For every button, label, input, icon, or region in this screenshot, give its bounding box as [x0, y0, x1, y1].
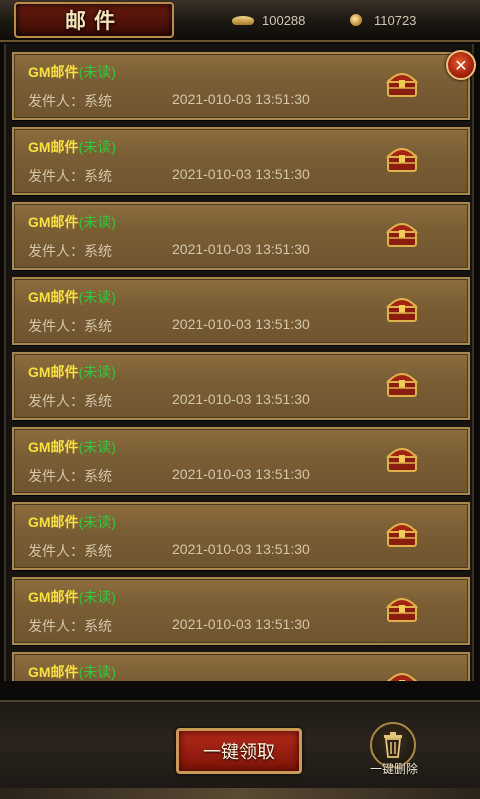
coin-amount: 110723 — [374, 12, 417, 28]
mail-date: 2021-010-03 13:51:30 — [172, 466, 310, 482]
trash-icon — [384, 732, 402, 758]
mail-item[interactable]: GM邮件(未读) 发件人：系统 2021-010-03 13:51:30 — [12, 502, 470, 570]
treasure-chest-icon[interactable] — [386, 293, 418, 323]
mail-subject: GM邮件 — [28, 589, 79, 605]
mail-sender: 发件人：系统 — [28, 468, 112, 484]
mail-item[interactable]: GM邮件(未读) — [12, 652, 470, 681]
mail-sender: 发件人：系统 — [28, 318, 112, 334]
mail-subject: GM邮件 — [28, 664, 79, 680]
mail-date: 2021-010-03 13:51:30 — [172, 391, 310, 407]
treasure-chest-icon[interactable] — [386, 668, 418, 681]
coin-icon — [350, 14, 362, 26]
title-plate: 邮件 — [14, 2, 174, 38]
claim-all-label: 一键领取 — [203, 742, 275, 762]
mail-date: 2021-010-03 13:51:30 — [172, 616, 310, 632]
treasure-chest-icon[interactable] — [386, 443, 418, 473]
mail-sender: 发件人：系统 — [28, 543, 112, 559]
mail-status: (未读) — [78, 514, 116, 530]
mail-subject: GM邮件 — [28, 364, 79, 380]
mail-sender: 发件人：系统 — [28, 168, 112, 184]
mail-status: (未读) — [78, 589, 116, 605]
treasure-chest-icon[interactable] — [386, 368, 418, 398]
mail-list[interactable]: GM邮件(未读) 发件人：系统 2021-010-03 13:51:30 GM邮… — [4, 44, 474, 681]
mail-status: (未读) — [78, 64, 116, 80]
mail-status: (未读) — [78, 214, 116, 230]
close-icon: ✕ — [454, 55, 468, 75]
mail-status: (未读) — [78, 439, 116, 455]
gold-amount: 100288 — [262, 12, 306, 28]
mail-subject: GM邮件 — [28, 439, 79, 455]
mail-date: 2021-010-03 13:51:30 — [172, 316, 310, 332]
mail-status: (未读) — [78, 139, 116, 155]
mail-item[interactable]: GM邮件(未读) 发件人：系统 2021-010-03 13:51:30 — [12, 277, 470, 345]
mail-subject: GM邮件 — [28, 139, 79, 155]
mail-subject: GM邮件 — [28, 64, 79, 80]
treasure-chest-icon[interactable] — [386, 593, 418, 623]
mail-status: (未读) — [78, 289, 116, 305]
mail-item[interactable]: GM邮件(未读) 发件人：系统 2021-010-03 13:51:30 — [12, 427, 470, 495]
mail-date: 2021-010-03 13:51:30 — [172, 166, 310, 182]
mail-subject: GM邮件 — [28, 214, 79, 230]
mail-subject: GM邮件 — [28, 289, 79, 305]
mail-item[interactable]: GM邮件(未读) 发件人：系统 2021-010-03 13:51:30 — [12, 202, 470, 270]
top-bar: 邮件 100288 110723 — [0, 0, 480, 42]
mail-status: (未读) — [78, 364, 116, 380]
mail-sender: 发件人：系统 — [28, 618, 112, 634]
mail-item[interactable]: GM邮件(未读) 发件人：系统 2021-010-03 13:51:30 — [12, 127, 470, 195]
mail-item[interactable]: GM邮件(未读) 发件人：系统 2021-010-03 13:51:30 — [12, 52, 470, 120]
delete-all-label[interactable]: 一键删除 — [362, 760, 426, 777]
page-title: 邮件 — [65, 8, 123, 33]
mail-date: 2021-010-03 13:51:30 — [172, 541, 310, 557]
mail-sender: 发件人：系统 — [28, 93, 112, 109]
gold-ingot-icon — [232, 14, 254, 26]
mail-date: 2021-010-03 13:51:30 — [172, 91, 310, 107]
bottom-frame-border — [0, 788, 480, 799]
treasure-chest-icon[interactable] — [386, 68, 418, 98]
gold-currency: 100288 — [232, 9, 305, 31]
coin-currency: 110723 — [350, 9, 416, 31]
mail-date: 2021-010-03 13:51:30 — [172, 241, 310, 257]
treasure-chest-icon[interactable] — [386, 143, 418, 173]
mail-sender: 发件人：系统 — [28, 393, 112, 409]
mail-item[interactable]: GM邮件(未读) 发件人：系统 2021-010-03 13:51:30 — [12, 577, 470, 645]
mail-subject: GM邮件 — [28, 514, 79, 530]
close-button[interactable]: ✕ — [446, 50, 476, 80]
mail-item[interactable]: GM邮件(未读) 发件人：系统 2021-010-03 13:51:30 — [12, 352, 470, 420]
treasure-chest-icon[interactable] — [386, 218, 418, 248]
treasure-chest-icon[interactable] — [386, 518, 418, 548]
claim-all-button[interactable]: 一键领取 — [176, 728, 302, 774]
mail-sender: 发件人：系统 — [28, 243, 112, 259]
mail-status: (未读) — [78, 664, 116, 680]
